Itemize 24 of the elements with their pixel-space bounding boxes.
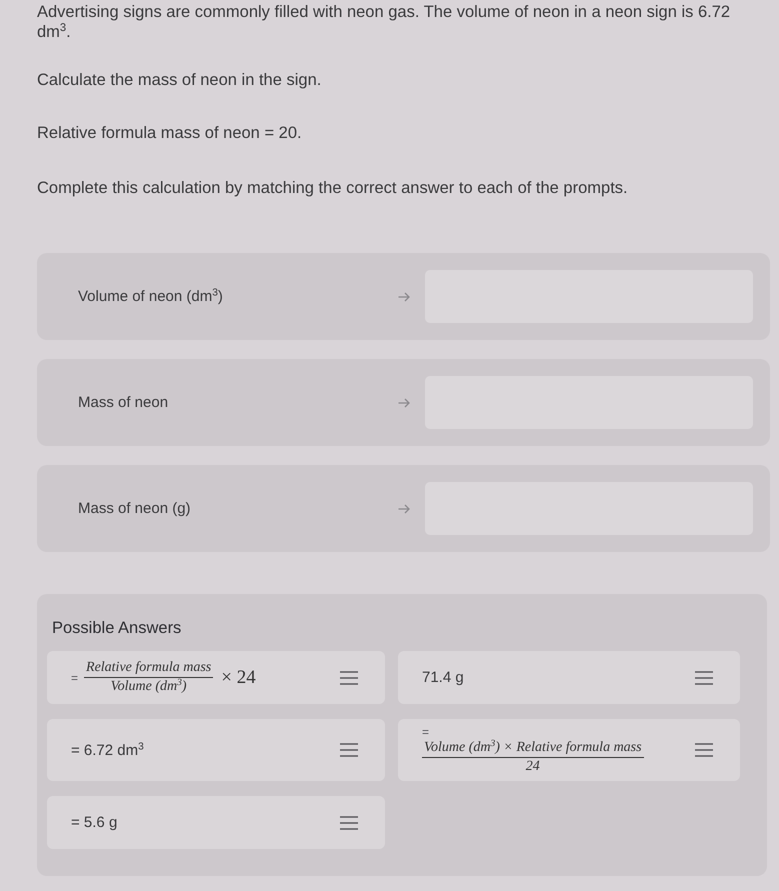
question-text: Calculate the mass of neon in the sign. bbox=[37, 70, 322, 90]
question-text: Relative formula mass of neon = 20. bbox=[37, 123, 303, 143]
prompt-label: Volume of neon (dm$^{3}$) bbox=[78, 288, 224, 305]
arrow-icon bbox=[398, 398, 410, 408]
drag-handle-icon[interactable] bbox=[340, 816, 358, 830]
drag-handle-icon[interactable] bbox=[695, 670, 713, 684]
drag-handle-icon[interactable] bbox=[340, 743, 358, 757]
drag-handle-icon[interactable] bbox=[695, 743, 713, 757]
answer-card[interactable]: = Volume (dm$^{3}$) × Relative formula mass 24 bbox=[398, 719, 740, 781]
prompt-label: Mass of neon (g) bbox=[78, 500, 192, 517]
answer-text: 71.4 g bbox=[422, 669, 464, 686]
answer-text: = 5.6 g bbox=[71, 814, 118, 831]
answer-card[interactable]: = 6.72 dm$^{3}$ bbox=[47, 719, 385, 781]
panel-title: Possible Answers bbox=[52, 618, 182, 638]
drag-handle-icon[interactable] bbox=[340, 670, 358, 684]
formula: = Volume (dm$^{3}$) × Relative formula mass 24 bbox=[422, 725, 644, 775]
question-text: Complete this calculation by matching the correct answer to each of the prompts. bbox=[37, 178, 629, 198]
arrow-icon bbox=[398, 292, 410, 302]
answer-card[interactable]: 71.4 g bbox=[398, 651, 740, 704]
prompt-label: Mass of neon bbox=[78, 394, 170, 411]
answer-text: = 6.72 dm$^{3}$ bbox=[71, 742, 144, 758]
question-text: Advertising signs are commonly filled with neon gas. The volume of neon in a neon sign is 6.72 dm$^{3}$. bbox=[37, 2, 732, 42]
arrow-icon bbox=[398, 504, 410, 514]
answer-card[interactable]: = 5.6 g bbox=[47, 796, 385, 849]
